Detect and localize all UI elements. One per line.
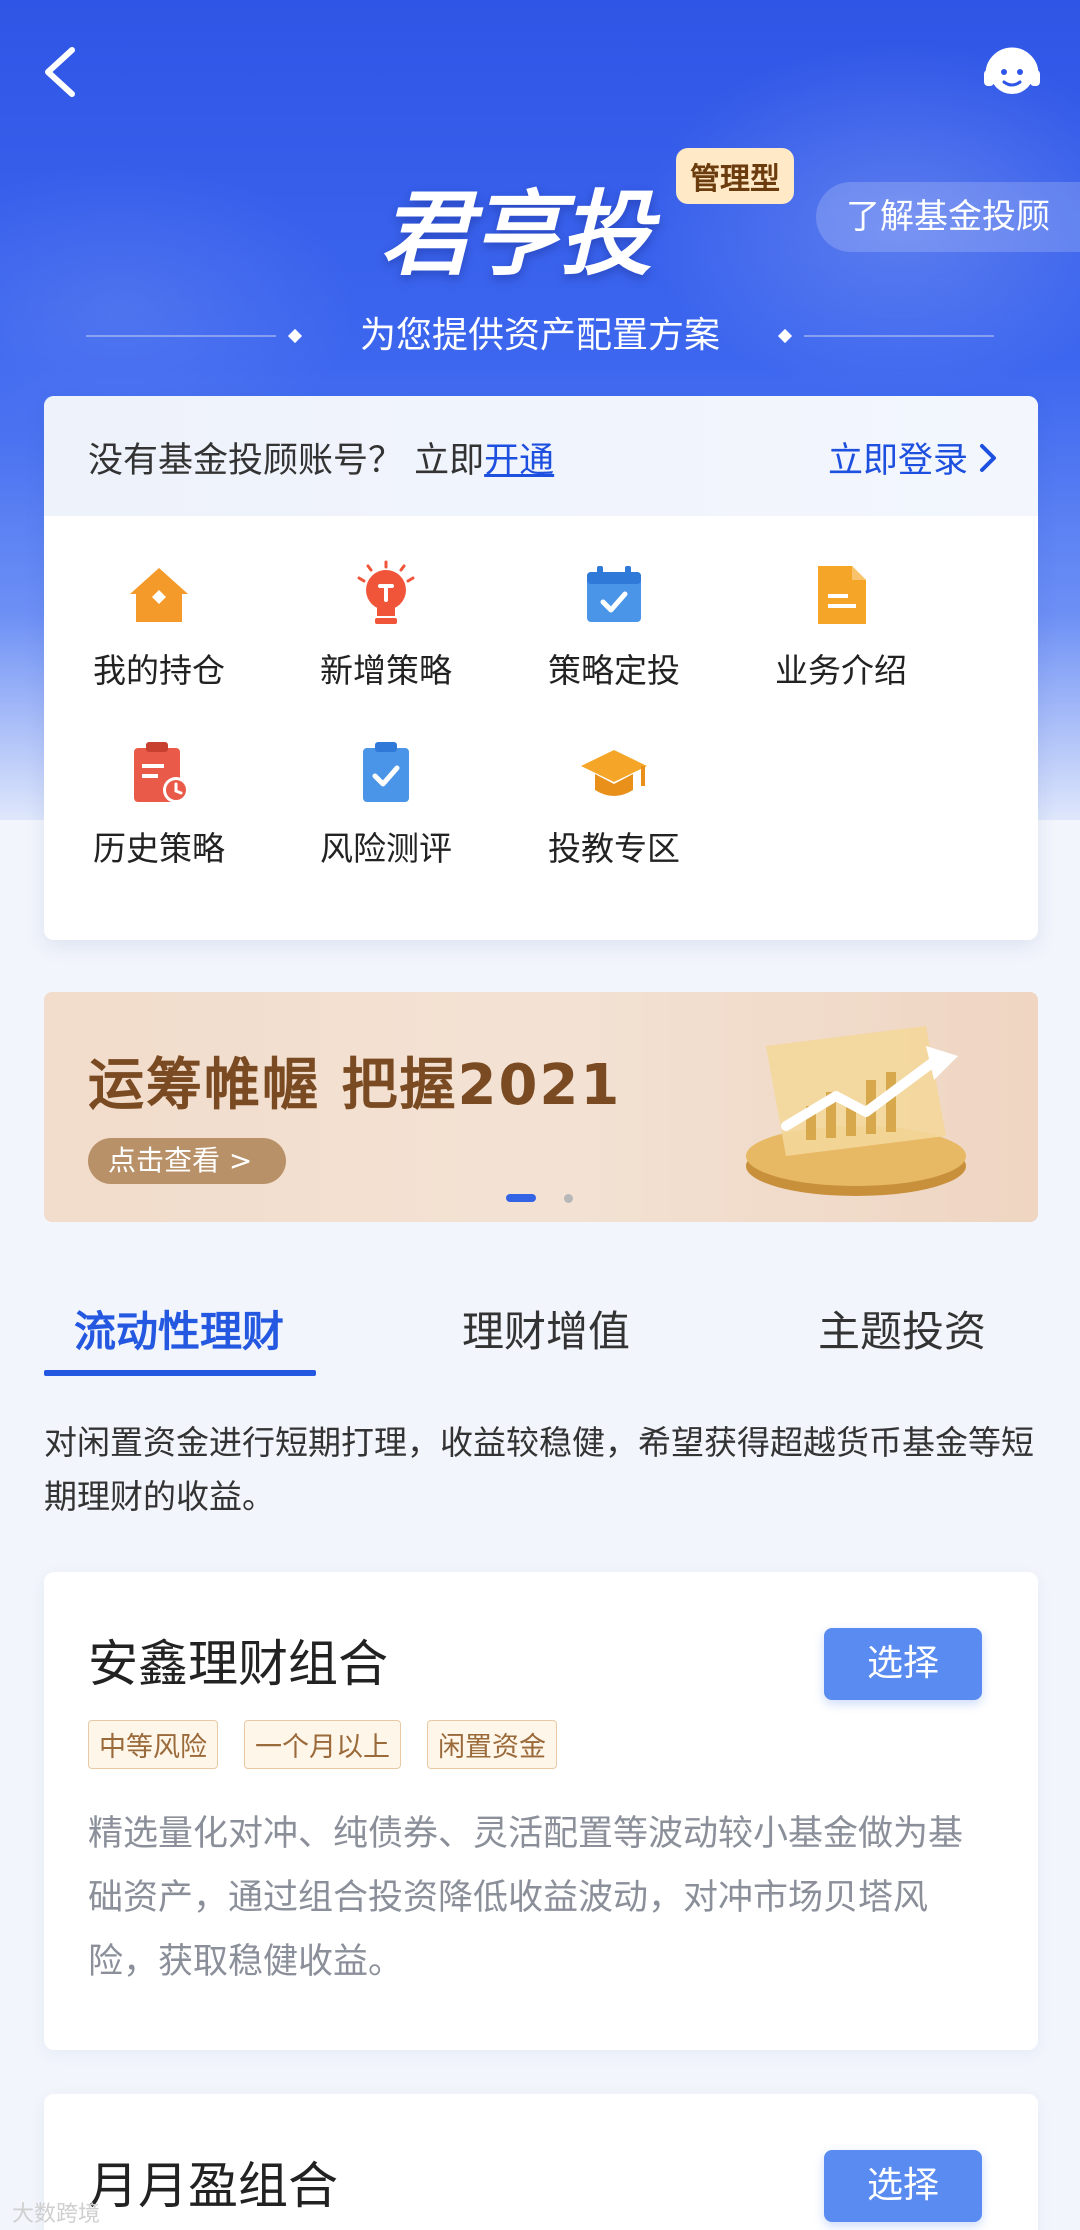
learn-fund-advisor-button[interactable]: 了解基金投顾: [816, 182, 1080, 252]
house-icon: [130, 568, 188, 622]
tab-active-indicator: [44, 1370, 316, 1376]
category-tabs: 流动性理财 理财增值 主题投资: [44, 1298, 1038, 1382]
divider: [804, 335, 994, 337]
risk-tag: 中等风险: [88, 1720, 218, 1769]
brand-logo: 君亨投: [380, 160, 710, 288]
watermark: 大数跨境: [12, 2196, 100, 2228]
back-button[interactable]: [34, 36, 94, 106]
document-icon: [818, 566, 866, 624]
login-label: 立即登录: [827, 441, 968, 481]
tab-description: 对闲置资金进行短期打理，收益较稳健，希望获得超越货币基金等短期理财的收益。: [44, 1423, 1034, 1516]
carousel-indicator: [0, 1192, 1080, 1204]
function-card: 没有基金投顾账号？ 立即开通 立即登录 我的持仓 新增策略 策略定投 业务介绍 …: [44, 396, 1038, 940]
tagline-row: 为您提供资产配置方案: [0, 308, 1080, 364]
function-label: 策略定投: [548, 651, 680, 690]
graduation-cap-icon: [581, 750, 647, 796]
headset-icon: [984, 47, 1040, 94]
function-business-intro[interactable]: 业务介绍: [726, 560, 956, 710]
select-button[interactable]: 选择: [824, 2150, 982, 2222]
function-new-strategy[interactable]: 新增策略: [271, 560, 501, 710]
function-risk-assessment[interactable]: 风险测评: [271, 738, 501, 888]
function-label: 投教专区: [548, 829, 680, 868]
banner-view-button[interactable]: 点击查看 >: [88, 1138, 286, 1184]
fund-type-tag: 闲置资金: [427, 1720, 557, 1769]
history-clipboard-icon: [134, 742, 189, 803]
carousel-dot-active[interactable]: [506, 1194, 536, 1202]
carousel-dot[interactable]: [564, 1194, 573, 1203]
logo-badge: 管理型: [676, 148, 794, 204]
no-account-prompt: 没有基金投顾账号？ 立即开通: [88, 432, 554, 483]
gold-chart-illustration: [746, 1026, 966, 1196]
duration-tag: 一个月以上: [244, 1720, 401, 1769]
function-investor-education[interactable]: 投教专区: [499, 738, 729, 888]
account-bar: 没有基金投顾账号？ 立即开通 立即登录: [44, 396, 1038, 516]
product-card: 月月盈组合 选择: [44, 2094, 1038, 2230]
product-tags: 中等风险 一个月以上 闲置资金: [88, 1720, 557, 1769]
function-strategy-auto-invest[interactable]: 策略定投: [499, 560, 729, 710]
function-my-holdings[interactable]: 我的持仓: [44, 560, 274, 710]
banner-title: 运筹帷幄 把握2021: [88, 1053, 622, 1118]
product-description: 精选量化对冲、纯债券、灵活配置等波动较小基金做为基础资产，通过组合投资降低收益波…: [88, 1814, 964, 1982]
lightbulb-icon: [357, 560, 415, 624]
chevron-left-icon: [45, 47, 75, 97]
function-label: 风险测评: [320, 829, 452, 868]
function-label: 我的持仓: [93, 651, 225, 690]
calendar-check-icon: [587, 566, 641, 622]
customer-service-button[interactable]: [980, 40, 1044, 104]
no-account-text: 没有基金投顾账号？ 立即: [88, 441, 485, 481]
promo-banner[interactable]: 运筹帷幄 把握2021 点击查看 >: [44, 992, 1038, 1222]
function-label: 业务介绍: [775, 651, 907, 690]
product-name: 安鑫理财组合: [88, 1635, 388, 1693]
function-label: 新增策略: [320, 651, 452, 690]
tab-liquidity[interactable]: 流动性理财: [74, 1298, 284, 1359]
tab-theme-investing[interactable]: 主题投资: [818, 1298, 986, 1359]
product-card: 安鑫理财组合 选择 中等风险 一个月以上 闲置资金 精选量化对冲、纯债券、灵活配…: [44, 1572, 1038, 2050]
watermark-text: 大数跨境: [12, 2202, 101, 2227]
clipboard-check-icon: [363, 742, 409, 802]
open-account-link[interactable]: 开通: [484, 441, 554, 481]
chevron-right-icon: [980, 443, 996, 472]
login-button[interactable]: 立即登录: [828, 432, 998, 483]
product-name: 月月盈组合: [88, 2157, 338, 2215]
tab-wealth-growth[interactable]: 理财增值: [462, 1298, 630, 1359]
function-label: 历史策略: [93, 829, 225, 868]
select-button[interactable]: 选择: [824, 1628, 982, 1700]
logo-text: 君亨投: [380, 181, 652, 288]
function-history-strategy[interactable]: 历史策略: [44, 738, 274, 888]
